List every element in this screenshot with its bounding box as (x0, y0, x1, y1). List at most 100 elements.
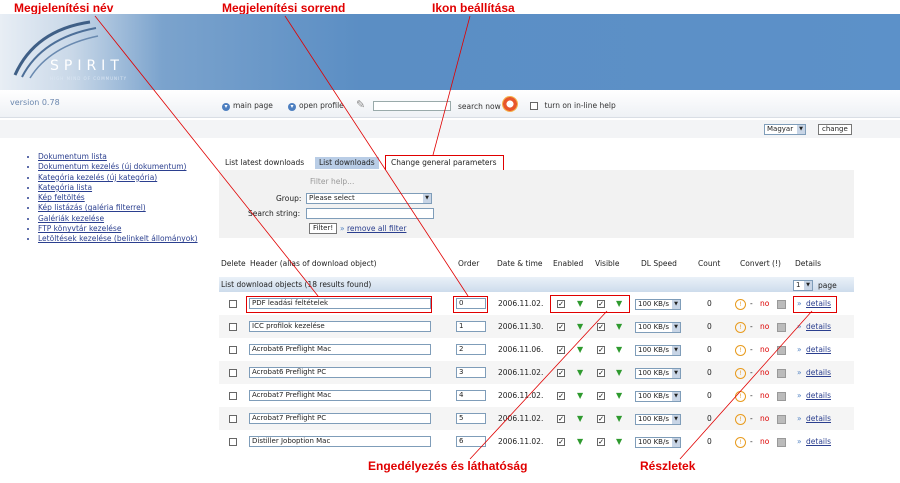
convert-checkbox[interactable] (777, 346, 786, 355)
sidebar-item-kategoria-kezeles[interactable]: Kategória kezelés (új kategória) (38, 173, 218, 183)
chevron-down-icon: ▾ (288, 103, 296, 111)
table-row: Acrobat7 Preflight Mac42006.11.02.▼▼100 … (219, 384, 854, 407)
convert-checkbox[interactable] (777, 438, 786, 447)
callout-display-order: Megjelenítési sorrend (222, 1, 346, 15)
delete-checkbox[interactable] (229, 415, 237, 423)
tab-list-downloads[interactable]: List downloads (315, 157, 379, 169)
dl-speed-select[interactable]: 100 KB/s ▼ (635, 368, 681, 379)
enabled-checkbox[interactable] (557, 415, 565, 423)
sidebar-item-letoltesek[interactable]: Letöltések kezelése (belinkelt állományo… (38, 234, 218, 244)
delete-checkbox[interactable] (229, 300, 237, 308)
order-input[interactable]: 6 (456, 436, 486, 447)
change-language-button[interactable]: change (818, 124, 852, 135)
help-lifebuoy-icon[interactable] (502, 96, 518, 112)
order-input[interactable]: 1 (456, 321, 486, 332)
inline-help-toggle[interactable]: turn on in-line help (530, 101, 616, 110)
delete-checkbox[interactable] (229, 392, 237, 400)
tools-icon[interactable]: ✎ (356, 98, 365, 111)
header-alias-input[interactable]: Acrobat6 Preflight Mac (249, 344, 431, 355)
visible-checkbox[interactable] (597, 346, 605, 354)
remove-all-filter-link[interactable]: » remove all filter (340, 224, 406, 233)
dl-speed-select[interactable]: 100 KB/s ▼ (635, 322, 681, 333)
dl-speed-select[interactable]: 100 KB/s ▼ (635, 299, 681, 310)
sidebar-item-dokumentum-kezeles[interactable]: Dokumentum kezelés (új dokumentum) (38, 162, 218, 172)
filter-button[interactable]: Filter! (309, 223, 338, 234)
dropdown-arrow-icon: ▼ (672, 438, 680, 447)
sidebar-item-galeriak[interactable]: Galériák kezelése (38, 214, 218, 224)
group-select[interactable]: Please select ▼ (306, 193, 432, 204)
header-alias-input[interactable]: ICC profilok kezelése (249, 321, 431, 332)
table-row: ICC profilok kezelése12006.11.30.▼▼100 K… (219, 315, 854, 338)
main-page-link[interactable]: ▾ main page (222, 101, 273, 111)
sidebar-item-ftp[interactable]: FTP könyvtár kezelése (38, 224, 218, 234)
convert-checkbox[interactable] (777, 323, 786, 332)
details-link[interactable]: details (806, 390, 831, 401)
open-profile-link[interactable]: ▾ open profile (288, 101, 344, 111)
tab-list-latest-downloads[interactable]: List latest downloads (221, 157, 308, 169)
header-alias-input[interactable]: Acrobat7 Preflight PC (249, 413, 431, 424)
order-input[interactable]: 5 (456, 413, 486, 424)
convert-checkbox[interactable] (777, 300, 786, 309)
convert-dash: - (750, 345, 753, 354)
enabled-flag-icon: ▼ (577, 322, 584, 331)
enabled-checkbox[interactable] (557, 369, 565, 377)
enabled-checkbox[interactable] (557, 438, 565, 446)
convert-dash: - (750, 322, 753, 331)
col-header-order: Order (458, 259, 480, 268)
info-icon: ! (735, 368, 746, 379)
details-link[interactable]: details (806, 367, 831, 378)
count-value: 0 (707, 414, 712, 423)
delete-checkbox[interactable] (229, 438, 237, 446)
callout-enable-visibility: Engedélyezés és láthatóság (368, 459, 528, 473)
header-alias-input[interactable]: Acrobat6 Preflight PC (249, 367, 431, 378)
header-alias-input[interactable]: Acrobat7 Preflight Mac (249, 390, 431, 401)
visible-checkbox[interactable] (597, 369, 605, 377)
convert-checkbox[interactable] (777, 369, 786, 378)
filter-help[interactable]: Filter help... (310, 177, 354, 186)
convert-checkbox[interactable] (777, 415, 786, 424)
details-link[interactable]: details (806, 436, 831, 447)
page-select[interactable]: 1 ▼ (793, 280, 813, 291)
details-link[interactable]: details (806, 321, 831, 332)
visible-checkbox[interactable] (597, 392, 605, 400)
order-input[interactable]: 4 (456, 390, 486, 401)
details-link[interactable]: details (806, 344, 831, 355)
delete-checkbox[interactable] (229, 323, 237, 331)
dl-speed-select[interactable]: 100 KB/s ▼ (635, 391, 681, 402)
visible-checkbox[interactable] (597, 323, 605, 331)
double-arrow-icon: » (797, 345, 802, 354)
language-select[interactable]: Magyar ▼ (764, 124, 806, 135)
col-header-date: Date & time (497, 259, 543, 268)
dl-speed-select[interactable]: 100 KB/s ▼ (635, 437, 681, 448)
sidebar-menu: Dokumentum lista Dokumentum kezelés (új … (28, 152, 218, 245)
delete-checkbox[interactable] (229, 369, 237, 377)
convert-checkbox[interactable] (777, 392, 786, 401)
dl-speed-select[interactable]: 100 KB/s ▼ (635, 414, 681, 425)
table-row: Distiller Joboption Mac62006.11.02.▼▼100… (219, 430, 854, 453)
sidebar-item-kategoria-lista[interactable]: Kategória lista (38, 183, 218, 193)
sidebar-item-dokumentum-lista[interactable]: Dokumentum lista (38, 152, 218, 162)
dropdown-arrow-icon: ▼ (797, 125, 805, 134)
enabled-checkbox[interactable] (557, 323, 565, 331)
visible-checkbox[interactable] (597, 415, 605, 423)
double-arrow-icon: » (797, 391, 802, 400)
order-input[interactable]: 2 (456, 344, 486, 355)
search-input[interactable] (373, 101, 451, 111)
enabled-checkbox[interactable] (557, 392, 565, 400)
dl-speed-select[interactable]: 100 KB/s ▼ (635, 345, 681, 356)
dropdown-arrow-icon: ▼ (672, 415, 680, 424)
sidebar-item-kep-listazas[interactable]: Kép listázás (galéria filterrel) (38, 203, 218, 213)
search-now-button[interactable]: search now (458, 102, 501, 111)
dropdown-arrow-icon: ▼ (672, 346, 680, 355)
order-input[interactable]: 3 (456, 367, 486, 378)
header-alias-input[interactable]: Distiller Joboption Mac (249, 436, 431, 447)
delete-checkbox[interactable] (229, 346, 237, 354)
info-icon: ! (735, 345, 746, 356)
details-link[interactable]: details (806, 413, 831, 424)
table-row: Acrobat6 Preflight PC32006.11.02.▼▼100 K… (219, 361, 854, 384)
search-string-input[interactable] (306, 208, 434, 219)
sidebar-item-kep-feltoltes[interactable]: Kép feltöltés (38, 193, 218, 203)
enabled-checkbox[interactable] (557, 346, 565, 354)
inline-help-checkbox[interactable] (530, 101, 538, 110)
visible-checkbox[interactable] (597, 438, 605, 446)
